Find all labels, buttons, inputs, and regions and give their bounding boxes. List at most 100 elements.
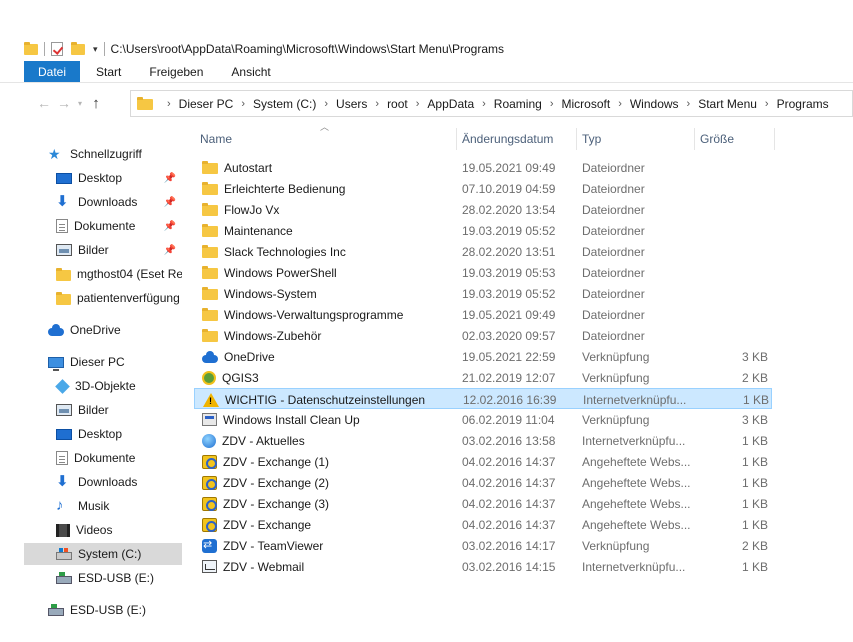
file-row[interactable]: Maintenance 19.03.2019 05:52 Dateiordner [194, 220, 772, 241]
nav-item-documents[interactable]: Dokumente [24, 447, 182, 469]
nav-item-desktop-pinned[interactable]: Desktop 📌 [24, 167, 182, 189]
nav-item-quick-access[interactable]: ★ Schnellzugriff [24, 143, 182, 165]
nav-item-esd-usb-root[interactable]: ESD-USB (E:) [24, 599, 182, 621]
breadcrumb-programs[interactable]: Programs [777, 97, 829, 111]
address-bar[interactable]: › Dieser PC › System (C:) › Users › root… [130, 90, 853, 117]
file-size: 1 KB [741, 475, 768, 490]
tab-datei[interactable]: Datei [24, 61, 81, 82]
file-row[interactable]: ZDV - TeamViewer 03.02.2016 14:17 Verknü… [194, 535, 772, 556]
pin-icon[interactable]: 📌 [164, 245, 176, 256]
tab-freigeben[interactable]: Freigeben [137, 61, 215, 82]
file-row[interactable]: Autostart 19.05.2021 09:49 Dateiordner [194, 157, 772, 178]
breadcrumb-microsoft[interactable]: Microsoft [562, 97, 611, 111]
chevron-right-icon[interactable]: › [416, 98, 420, 110]
chevron-right-icon[interactable]: › [618, 98, 622, 110]
file-row[interactable]: ZDV - Exchange 04.02.2016 14:37 Angeheft… [194, 514, 772, 535]
customize-toolbar-icon[interactable]: ▾ [93, 44, 98, 55]
nav-item-pictures[interactable]: Bilder [24, 399, 182, 421]
nav-item-onedrive[interactable]: OneDrive [24, 319, 182, 341]
chevron-right-icon[interactable]: › [241, 98, 245, 110]
properties-icon[interactable] [51, 42, 65, 56]
nav-item-label: patientenverfügung [77, 291, 180, 305]
file-size [694, 178, 768, 199]
nav-item-videos[interactable]: Videos [24, 519, 182, 541]
forward-arrow-icon[interactable]: → [54, 95, 74, 111]
breadcrumb-appdata[interactable]: AppData [427, 97, 474, 111]
file-size [694, 283, 768, 304]
file-row[interactable]: ZDV - Exchange (2) 04.02.2016 14:37 Ange… [194, 472, 772, 493]
tab-ansicht[interactable]: Ansicht [219, 61, 282, 82]
nav-item-desktop[interactable]: Desktop [24, 423, 182, 445]
pin-icon[interactable]: 📌 [164, 221, 176, 232]
tab-start[interactable]: Start [84, 61, 133, 82]
nav-item-esd-usb[interactable]: ESD-USB (E:) [24, 567, 182, 589]
breadcrumb-start-menu[interactable]: Start Menu [698, 97, 757, 111]
breadcrumb-system-c[interactable]: System (C:) [253, 97, 316, 111]
pinned-site-icon [202, 517, 217, 532]
file-row[interactable]: Windows-System 19.03.2019 05:52 Dateiord… [194, 283, 772, 304]
up-arrow-icon[interactable]: ↑ [86, 95, 106, 112]
file-row[interactable]: Erleichterte Bedienung 07.10.2019 04:59 … [194, 178, 772, 199]
nav-item-patientenverfuegung[interactable]: patientenverfügung [24, 287, 182, 309]
chevron-right-icon[interactable]: › [687, 98, 691, 110]
file-row[interactable]: Slack Technologies Inc 28.02.2020 13:51 … [194, 241, 772, 262]
chevron-right-icon[interactable]: › [482, 98, 486, 110]
file-size [694, 304, 768, 325]
file-name: Windows-Zubehör [224, 328, 322, 343]
new-folder-icon[interactable] [71, 42, 85, 56]
nav-item-mgthost04[interactable]: mgthost04 (Eset Rem [24, 263, 182, 285]
column-header-size[interactable]: Größe [694, 128, 774, 150]
nav-item-pictures-pinned[interactable]: Bilder 📌 [24, 239, 182, 261]
nav-item-label: Bilder [78, 243, 109, 257]
file-row[interactable]: Windows-Verwaltungsprogramme 19.05.2021 … [194, 304, 772, 325]
nav-item-system-c[interactable]: System (C:) [24, 543, 182, 565]
chevron-right-icon[interactable]: › [765, 98, 769, 110]
column-header-name[interactable]: Name [194, 128, 456, 150]
nav-item-downloads-pinned[interactable]: ⬇ Downloads 📌 [24, 191, 182, 213]
file-name: Erleichterte Bedienung [224, 181, 346, 196]
nav-item-downloads[interactable]: ⬇ Downloads [24, 471, 182, 493]
chevron-right-icon[interactable]: › [375, 98, 379, 110]
back-arrow-icon[interactable]: ← [34, 95, 54, 111]
file-row[interactable]: ZDV - Exchange (1) 04.02.2016 14:37 Ange… [194, 451, 772, 472]
file-row-selected[interactable]: WICHTIG - Datenschutzeinstellungen 12.02… [194, 388, 772, 409]
breadcrumb-users[interactable]: Users [336, 97, 367, 111]
chevron-right-icon[interactable]: › [550, 98, 554, 110]
file-date: 03.02.2016 14:17 [462, 538, 556, 553]
file-date: 06.02.2019 11:04 [462, 412, 555, 427]
file-row[interactable]: OneDrive 19.05.2021 22:59 Verknüpfung 3 … [194, 346, 772, 367]
pin-icon[interactable]: 📌 [164, 197, 176, 208]
file-type: Dateiordner [582, 328, 645, 343]
breadcrumb-root[interactable]: root [387, 97, 408, 111]
nav-item-label: Downloads [78, 475, 138, 489]
breadcrumb-windows[interactable]: Windows [630, 97, 679, 111]
folder-icon [202, 266, 218, 279]
file-row[interactable]: ZDV - Exchange (3) 04.02.2016 14:37 Ange… [194, 493, 772, 514]
file-row[interactable]: Windows PowerShell 19.03.2019 05:53 Date… [194, 262, 772, 283]
file-row[interactable]: ZDV - Webmail 03.02.2016 14:15 Internetv… [194, 556, 772, 577]
chevron-right-icon[interactable]: › [324, 98, 328, 110]
teamviewer-icon [202, 538, 217, 553]
breadcrumb-roaming[interactable]: Roaming [494, 97, 542, 111]
file-row[interactable]: Windows-Zubehör 02.03.2020 09:57 Dateior… [194, 325, 772, 346]
app-shortcut-icon [202, 413, 217, 426]
file-row[interactable]: FlowJo Vx 28.02.2020 13:54 Dateiordner [194, 199, 772, 220]
file-row[interactable]: ZDV - Aktuelles 03.02.2016 13:58 Interne… [194, 430, 772, 451]
file-row[interactable]: QGIS3 21.02.2019 12:07 Verknüpfung 2 KB [194, 367, 772, 388]
file-name: ZDV - Exchange (2) [223, 475, 330, 490]
column-divider[interactable] [774, 128, 775, 150]
nav-item-3d-objects[interactable]: 3D-Objekte [24, 375, 182, 397]
file-row[interactable]: Windows Install Clean Up 06.02.2019 11:0… [194, 409, 772, 430]
file-size: 1 KB [741, 559, 768, 574]
nav-item-music[interactable]: ♪ Musik [24, 495, 182, 517]
recent-locations-chevron-icon[interactable]: ▾ [74, 99, 86, 108]
chevron-right-icon[interactable]: › [167, 98, 171, 110]
folder-icon [202, 245, 218, 258]
column-header-type[interactable]: Typ [576, 128, 694, 150]
column-header-date[interactable]: Änderungsdatum [456, 128, 576, 150]
nav-item-this-pc[interactable]: Dieser PC [24, 351, 182, 373]
file-name: Windows-Verwaltungsprogramme [224, 307, 404, 322]
breadcrumb-dieser-pc[interactable]: Dieser PC [179, 97, 234, 111]
nav-item-documents-pinned[interactable]: Dokumente 📌 [24, 215, 182, 237]
pin-icon[interactable]: 📌 [164, 173, 176, 184]
